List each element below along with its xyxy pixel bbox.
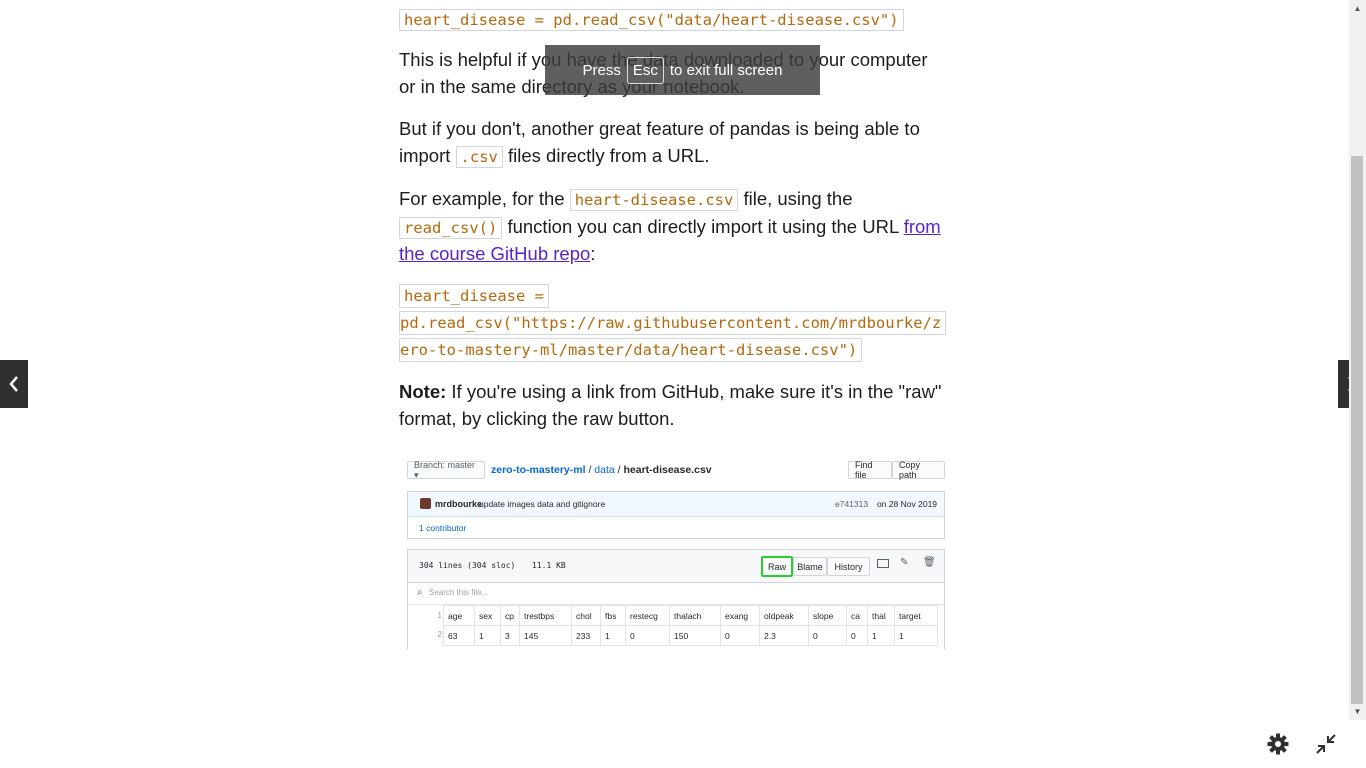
exit-fullscreen-icon[interactable] bbox=[1314, 732, 1338, 756]
code-snippet-url: heart_disease = pd.read_csv("https://raw… bbox=[399, 283, 947, 364]
inline-code-read-csv: read_csv() bbox=[399, 216, 503, 239]
scroll-up-arrow-icon[interactable]: ▲ bbox=[1349, 0, 1366, 16]
page-scrollbar[interactable]: ▲ ▼ bbox=[1349, 0, 1366, 720]
esc-key-label: Esc bbox=[626, 56, 664, 84]
table-row: 63 1 3 145 233 1 0 150 0 2.3 0 0 1 1 bbox=[443, 625, 938, 646]
find-file-button: Find file bbox=[848, 460, 892, 480]
paragraph-url-import: But if you don't, another great feature … bbox=[399, 118, 920, 168]
table-row: age sex cp trestbps chol fbs restecg tha… bbox=[443, 605, 938, 626]
blame-button: Blame bbox=[793, 557, 827, 576]
scroll-thumb[interactable] bbox=[1351, 156, 1363, 704]
trash-icon: 🗑 bbox=[923, 557, 936, 568]
scroll-down-arrow-icon[interactable]: ▼ bbox=[1349, 703, 1366, 719]
note-paragraph: Note: If you're using a link from GitHub… bbox=[399, 381, 942, 429]
search-icon: ⌕ bbox=[417, 587, 423, 598]
csv-table: age sex cp trestbps chol fbs restecg tha… bbox=[443, 605, 938, 646]
raw-button: Raw bbox=[761, 556, 793, 577]
chevron-left-icon bbox=[9, 376, 18, 392]
inline-code-csv: .csv bbox=[455, 145, 503, 168]
copy-path-button: Copy path bbox=[892, 460, 945, 480]
desktop-icon bbox=[877, 559, 889, 568]
previous-lecture-button[interactable] bbox=[0, 360, 28, 408]
github-raw-button-screenshot: Branch: master ▾ zero-to-mastery-ml / da… bbox=[407, 459, 945, 649]
pencil-icon: ✎ bbox=[900, 557, 909, 568]
avatar bbox=[420, 498, 431, 509]
line-numbers: 1 2 bbox=[437, 611, 442, 639]
inline-code-filename: heart-disease.csv bbox=[569, 189, 739, 211]
settings-gear-icon[interactable] bbox=[1266, 732, 1290, 756]
fullscreen-exit-toast: Press Esc to exit full screen bbox=[545, 45, 820, 95]
file-box: 304 lines (304 sloc) 11.1 KB Raw Blame H… bbox=[407, 549, 945, 649]
commit-box: mrdbourke update images data and gitigno… bbox=[407, 491, 945, 539]
paragraph-example: For example, for the heart-disease.csv f… bbox=[399, 188, 941, 264]
branch-selector: Branch: master ▾ bbox=[407, 460, 485, 480]
code-snippet-local: heart_disease = pd.read_csv("data/heart-… bbox=[399, 6, 945, 34]
history-button: History bbox=[827, 557, 870, 576]
file-breadcrumb: zero-to-mastery-ml / data / heart-diseas… bbox=[491, 464, 712, 476]
